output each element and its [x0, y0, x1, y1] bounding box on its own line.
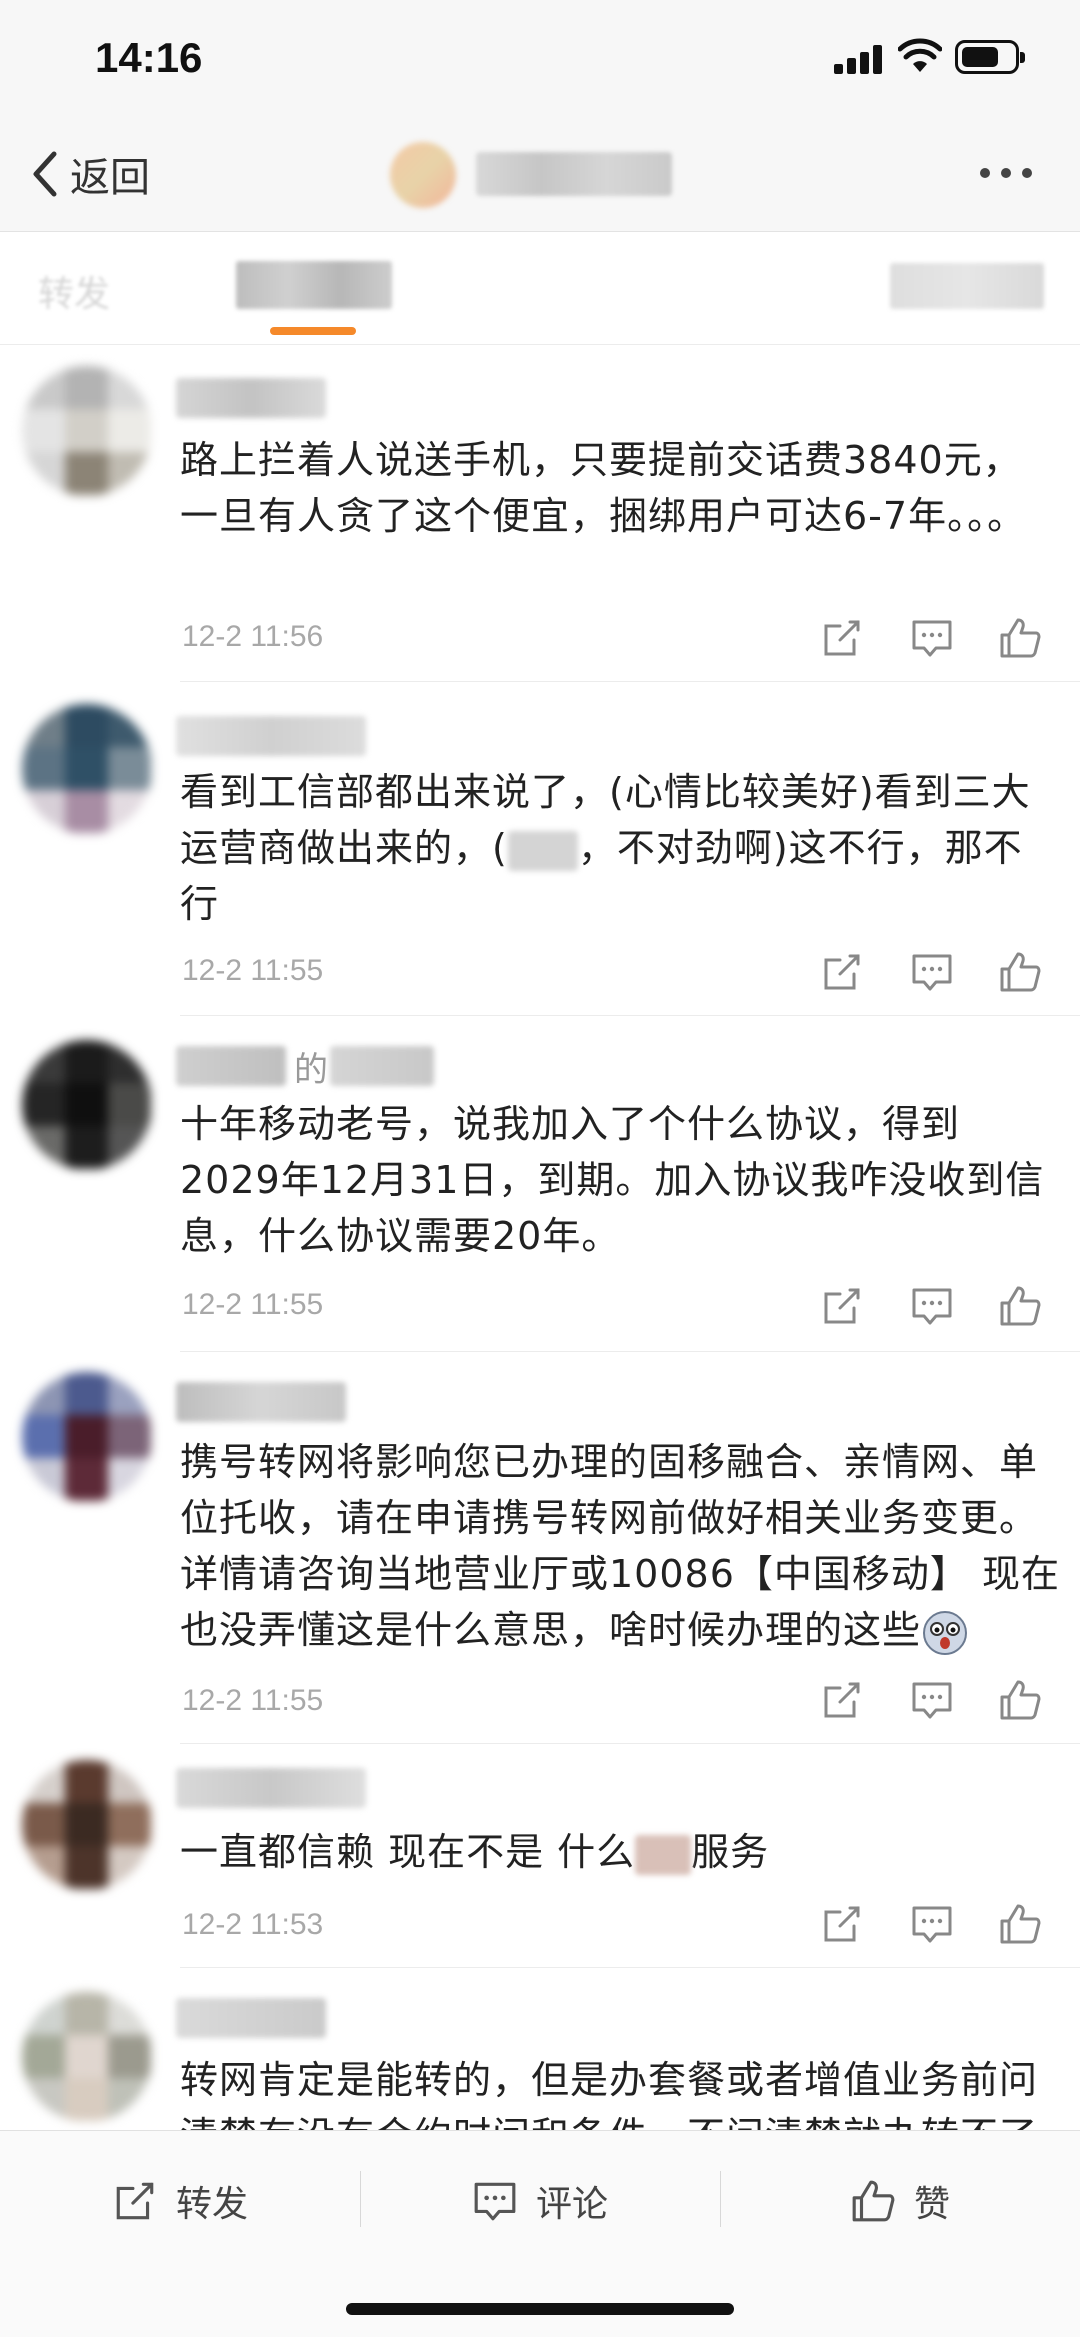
like-icon[interactable] [998, 1902, 1042, 1946]
more-dot-icon [1022, 168, 1032, 178]
like-icon[interactable] [998, 1284, 1042, 1328]
avatar[interactable] [22, 366, 152, 496]
tab-repost[interactable]: 转发 [38, 263, 198, 315]
comment-text: 一直都信赖 现在不是 什么 服务 [180, 1824, 1060, 1880]
comment-item: 一直都信赖 现在不是 什么 服务 12-2 11:53 [0, 1744, 1080, 1968]
comment-time: 12-2 11:56 [182, 620, 324, 653]
username-redacted[interactable] [176, 1768, 366, 1808]
author-name-redacted[interactable] [476, 152, 672, 196]
avatar[interactable] [22, 704, 152, 834]
comment-text: 看到工信部都出来说了，(心情比较美好)看到三大运营商做出来的，(，不对劲啊)这不… [180, 764, 1060, 932]
redacted-text [635, 1834, 692, 1875]
bottom-action-bar: 转发 评论 赞 [0, 2130, 1080, 2337]
tab-bar: 转发 [0, 233, 1080, 345]
username-redacted[interactable] [176, 716, 366, 756]
repost-icon [116, 2182, 154, 2220]
username-redacted[interactable] [176, 1046, 286, 1086]
more-button[interactable] [980, 168, 1032, 178]
repost-icon[interactable] [820, 950, 864, 994]
username-fragment: 的 [294, 1050, 328, 1090]
chevron-left-icon [33, 151, 57, 197]
comment-icon[interactable] [910, 950, 954, 994]
active-tab-indicator [270, 327, 356, 335]
like-icon [852, 2180, 895, 2222]
status-bar: 14:16 [0, 0, 1080, 120]
comment-icon[interactable] [910, 1678, 954, 1722]
comment-time: 12-2 11:55 [182, 954, 324, 987]
tab-comments-redacted[interactable] [236, 261, 392, 309]
repost-icon[interactable] [820, 1902, 864, 1946]
home-indicator[interactable] [346, 2303, 734, 2315]
comment-text: 转网肯定是能转的，但是办套餐或者增值业务前问清楚有没有合约时间和条件，不问清楚就… [180, 2058, 1039, 2130]
repost-button[interactable]: 转发 [112, 2173, 248, 2229]
comment-time: 12-2 11:53 [182, 1908, 324, 1941]
status-time: 14:16 [95, 34, 203, 81]
battery-icon [955, 40, 1025, 74]
signal-icon [834, 44, 882, 74]
comment-item: 携号转网将影响您已办理的固移融合、亲情网、单位托收，请在申请携号转网前做好相关业… [0, 1352, 1080, 1744]
comment-item: 的 十年移动老号，说我加入了个什么协议，得到2029年12月31日，到期。加入协… [0, 1016, 1080, 1352]
comment-time: 12-2 11:55 [182, 1288, 324, 1321]
redacted-text [507, 830, 578, 871]
divider [720, 2171, 721, 2227]
repost-icon[interactable] [820, 1678, 864, 1722]
comment-icon[interactable] [910, 1284, 954, 1328]
back-label: 返回 [70, 155, 150, 201]
avatar[interactable] [22, 1040, 152, 1170]
comment-text: 路上拦着人说送手机，只要提前交话费3840元，一旦有人贪了这个便宜，捆绑用户可达… [180, 438, 1027, 538]
repost-icon[interactable] [820, 616, 864, 660]
comment-icon [474, 2182, 516, 2221]
back-button[interactable]: 返回 [26, 142, 150, 206]
username-redacted[interactable] [176, 378, 326, 418]
like-icon[interactable] [998, 616, 1042, 660]
comment-icon[interactable] [910, 1902, 954, 1946]
tab-likes-redacted[interactable] [890, 263, 1044, 309]
username-redacted[interactable] [176, 1998, 326, 2038]
repost-icon[interactable] [820, 1284, 864, 1328]
comment-time: 12-2 11:55 [182, 1684, 324, 1717]
comment-button[interactable]: 评论 [472, 2173, 608, 2229]
username-redacted[interactable] [330, 1046, 434, 1086]
battery-level [962, 47, 998, 67]
comment-text-part: 一直都信赖 现在不是 什么 [180, 1830, 636, 1874]
comment-text-part: 服务 [691, 1830, 770, 1874]
nav-bar: 返回 [0, 120, 1080, 232]
divider [360, 2171, 361, 2227]
tab-repost-label: 转发 [38, 274, 111, 315]
username-redacted[interactable] [176, 1382, 346, 1422]
comment-item: 看到工信部都出来说了，(心情比较美好)看到三大运营商做出来的，(，不对劲啊)这不… [0, 682, 1080, 1016]
comment-icon[interactable] [910, 616, 954, 660]
more-dot-icon [1001, 168, 1011, 178]
comment-item: 转网肯定是能转的，但是办套餐或者增值业务前问清楚有没有合约时间和条件，不问清楚就… [0, 1968, 1080, 2130]
like-button-label: 赞 [914, 2184, 951, 2225]
avatar[interactable] [22, 1760, 152, 1890]
wifi-icon [898, 38, 942, 72]
comment-text: 十年移动老号，说我加入了个什么协议，得到2029年12月31日，到期。加入协议我… [180, 1102, 1045, 1258]
more-dot-icon [980, 168, 990, 178]
repost-button-label: 转发 [176, 2184, 249, 2225]
like-icon[interactable] [998, 950, 1042, 994]
avatar[interactable] [22, 1372, 152, 1502]
author-avatar[interactable] [390, 142, 456, 208]
comment-item: 路上拦着人说送手机，只要提前交话费3840元，一旦有人贪了这个便宜，捆绑用户可达… [0, 346, 1080, 682]
comment-text: 携号转网将影响您已办理的固移融合、亲情网、单位托收，请在申请携号转网前做好相关业… [180, 1434, 1060, 1658]
shocked-face-emoji-icon [923, 1610, 968, 1655]
avatar[interactable] [22, 1992, 152, 2122]
comment-button-label: 评论 [536, 2184, 609, 2225]
like-icon[interactable] [998, 1678, 1042, 1722]
like-button[interactable]: 赞 [850, 2173, 950, 2229]
